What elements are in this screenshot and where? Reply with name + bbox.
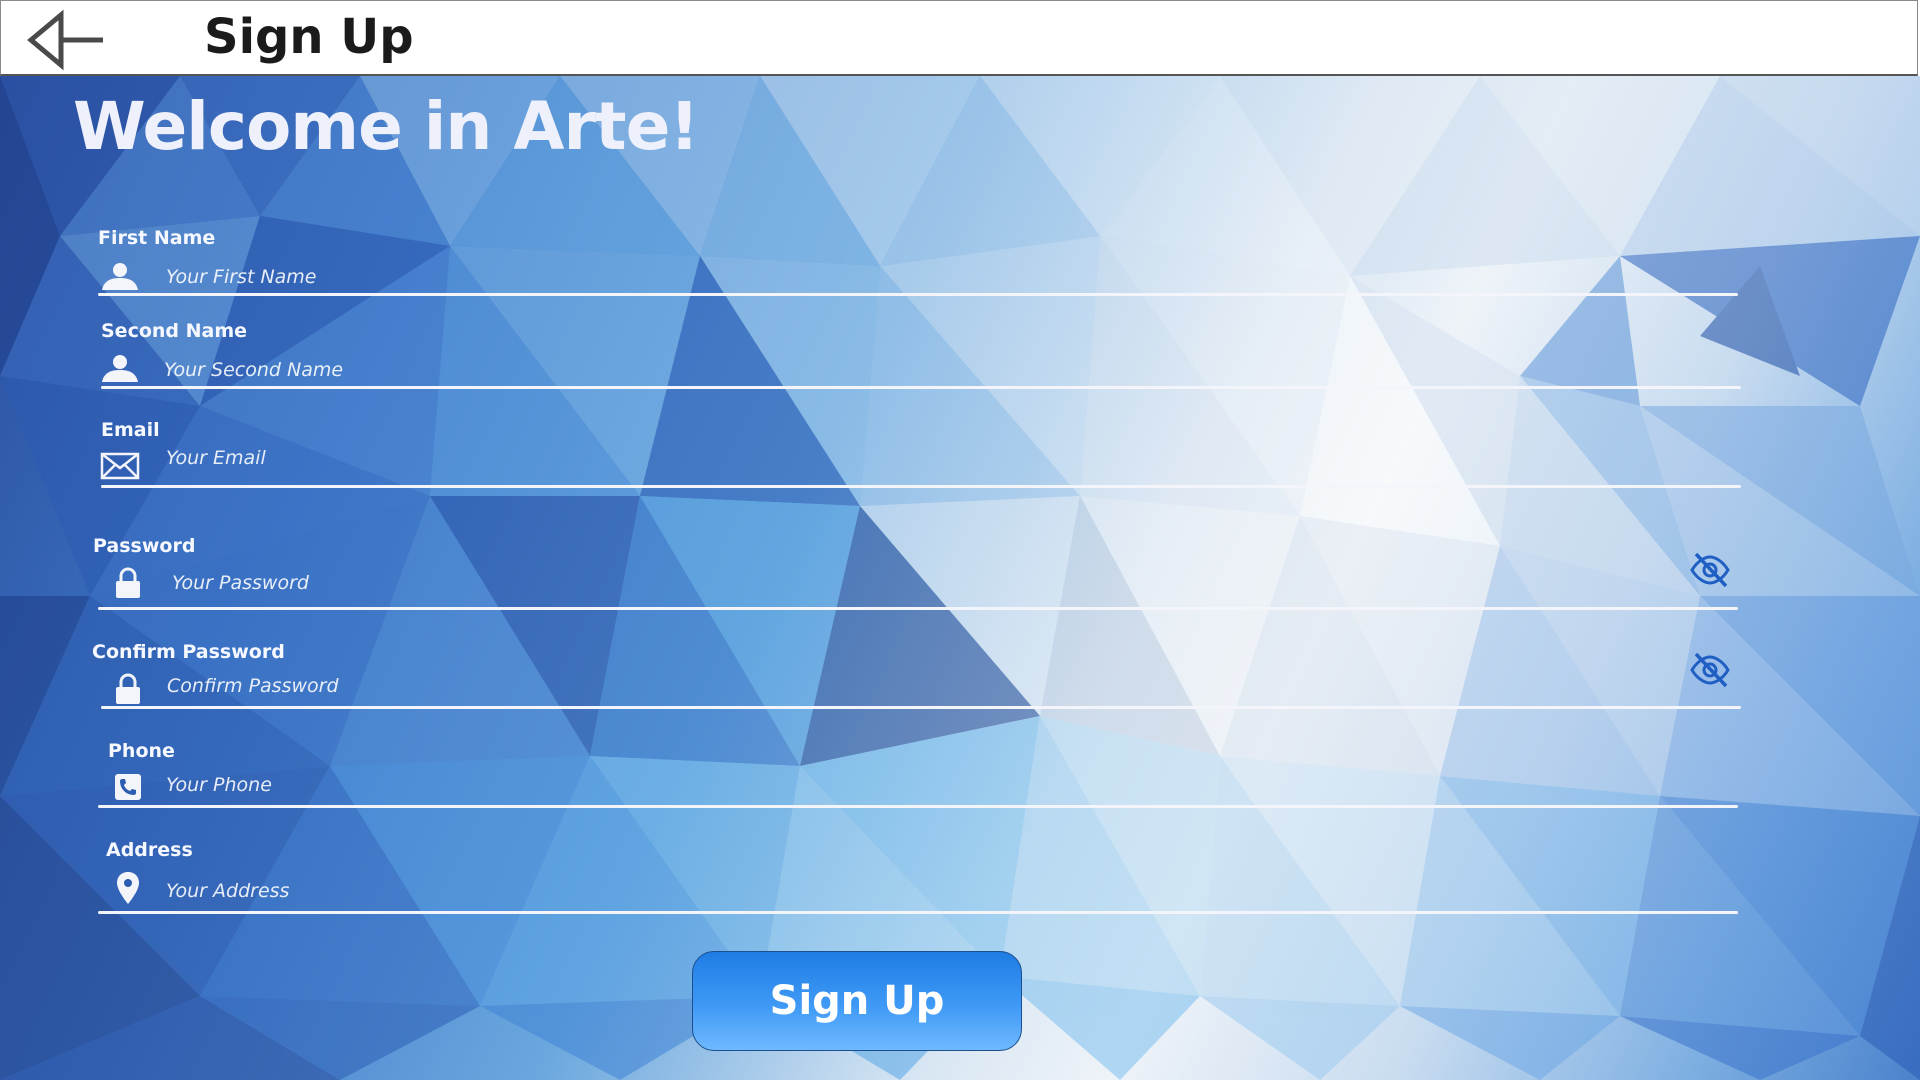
sign-up-button[interactable]: Sign Up	[692, 951, 1022, 1051]
toggle-password-visibility-button[interactable]	[1688, 550, 1732, 590]
first-name-underline	[98, 293, 1738, 296]
page-title: Sign Up	[204, 9, 414, 65]
second-name-input[interactable]	[164, 354, 1664, 386]
map-pin-icon	[108, 870, 148, 906]
address-input[interactable]	[166, 875, 1666, 907]
back-button[interactable]	[23, 9, 107, 71]
phone-icon	[108, 769, 148, 805]
second-name-underline	[101, 386, 1741, 389]
address-underline	[98, 911, 1738, 914]
welcome-heading: Welcome in Arte!	[73, 88, 699, 165]
user-icon	[100, 258, 140, 294]
header-bar: Sign Up	[0, 0, 1918, 76]
second-name-label: Second Name	[101, 320, 248, 342]
password-underline	[98, 607, 1738, 610]
phone-underline	[98, 805, 1738, 808]
confirm-password-label: Confirm Password	[92, 641, 285, 663]
lock-icon	[108, 565, 148, 601]
email-label: Email	[101, 419, 160, 441]
confirm-password-underline	[101, 706, 1741, 709]
password-input[interactable]	[172, 567, 1652, 599]
password-label: Password	[93, 535, 196, 557]
toggle-confirm-password-visibility-button[interactable]	[1688, 650, 1732, 690]
phone-label: Phone	[108, 740, 175, 762]
eye-off-icon	[1690, 552, 1730, 588]
back-arrow-icon	[27, 9, 103, 71]
first-name-input[interactable]	[166, 261, 1666, 293]
address-label: Address	[106, 839, 193, 861]
eye-off-icon	[1690, 652, 1730, 688]
email-underline	[101, 485, 1741, 488]
email-input[interactable]	[166, 442, 1666, 474]
phone-input[interactable]	[166, 769, 1666, 801]
lock-icon	[108, 671, 148, 707]
first-name-label: First Name	[98, 227, 216, 249]
envelope-icon	[100, 448, 140, 484]
confirm-password-input[interactable]	[167, 670, 1647, 702]
signup-window: Sign Up Welcome in Arte! First Name Your…	[0, 0, 1920, 1080]
user-icon	[100, 350, 140, 386]
